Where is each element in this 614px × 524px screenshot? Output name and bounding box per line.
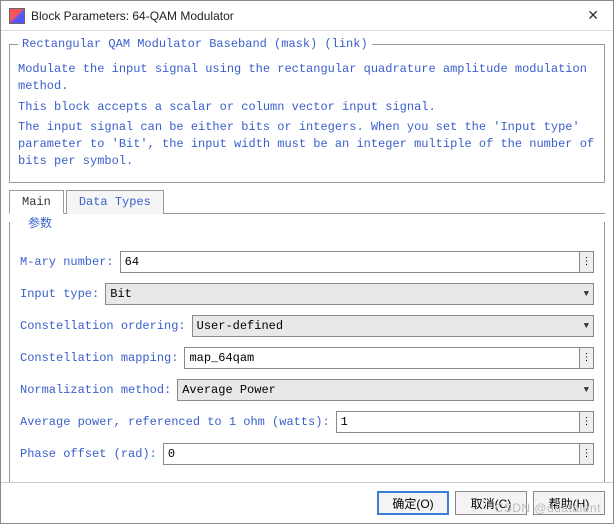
label-input-type: Input type:	[20, 287, 99, 301]
description-text-1: Modulate the input signal using the rect…	[18, 61, 596, 95]
label-mapping: Constellation mapping:	[20, 351, 178, 365]
input-phase[interactable]	[163, 443, 580, 465]
row-avg-power: Average power, referenced to 1 ohm (watt…	[20, 411, 594, 433]
select-norm-value: Average Power	[182, 383, 276, 397]
params-box: 参数 M-ary number: ⋮ Input type: Bit ▼	[9, 214, 605, 482]
description-text-2: This block accepts a scalar or column ve…	[18, 99, 596, 116]
chevron-down-icon: ▼	[584, 289, 589, 299]
input-mary[interactable]	[120, 251, 580, 273]
label-ordering: Constellation ordering:	[20, 319, 186, 333]
label-mary: M-ary number:	[20, 255, 114, 269]
input-mapping[interactable]	[184, 347, 580, 369]
description-box: Rectangular QAM Modulator Baseband (mask…	[9, 37, 605, 183]
close-icon[interactable]: ✕	[581, 7, 605, 24]
label-avg-power: Average power, referenced to 1 ohm (watt…	[20, 415, 330, 429]
more-avg-power-icon[interactable]: ⋮	[580, 411, 594, 433]
description-text-3: The input signal can be either bits or i…	[18, 119, 596, 169]
select-ordering-value: User-defined	[197, 319, 283, 333]
chevron-down-icon: ▼	[584, 385, 589, 395]
titlebar: Block Parameters: 64-QAM Modulator ✕	[1, 1, 613, 31]
select-ordering[interactable]: User-defined ▼	[192, 315, 594, 337]
label-norm: Normalization method:	[20, 383, 171, 397]
tab-main[interactable]: Main	[9, 190, 64, 214]
more-mary-icon[interactable]: ⋮	[580, 251, 594, 273]
row-mapping: Constellation mapping: ⋮	[20, 347, 594, 369]
select-input-type-value: Bit	[110, 287, 132, 301]
cancel-button[interactable]: 取消(C)	[455, 491, 527, 515]
app-icon	[9, 8, 25, 24]
select-norm[interactable]: Average Power ▼	[177, 379, 594, 401]
description-legend: Rectangular QAM Modulator Baseband (mask…	[18, 37, 372, 51]
dialog-window: Block Parameters: 64-QAM Modulator ✕ Rec…	[0, 0, 614, 524]
chevron-down-icon: ▼	[584, 321, 589, 331]
row-mary: M-ary number: ⋮	[20, 251, 594, 273]
input-avg-power[interactable]	[336, 411, 580, 433]
tab-data-types[interactable]: Data Types	[66, 190, 164, 214]
footer: 确定(O) 取消(C) 帮助(H) CSDN @ddatalent	[1, 482, 613, 523]
row-ordering: Constellation ordering: User-defined ▼	[20, 315, 594, 337]
window-title: Block Parameters: 64-QAM Modulator	[31, 9, 581, 23]
row-phase: Phase offset (rad): ⋮	[20, 443, 594, 465]
content-area: Rectangular QAM Modulator Baseband (mask…	[1, 31, 613, 482]
params-legend: 参数	[24, 214, 56, 231]
row-input-type: Input type: Bit ▼	[20, 283, 594, 305]
more-phase-icon[interactable]: ⋮	[580, 443, 594, 465]
tab-bar: Main Data Types	[9, 189, 605, 214]
row-norm: Normalization method: Average Power ▼	[20, 379, 594, 401]
help-button[interactable]: 帮助(H)	[533, 491, 605, 515]
ok-button[interactable]: 确定(O)	[377, 491, 449, 515]
label-phase: Phase offset (rad):	[20, 447, 157, 461]
more-mapping-icon[interactable]: ⋮	[580, 347, 594, 369]
select-input-type[interactable]: Bit ▼	[105, 283, 594, 305]
